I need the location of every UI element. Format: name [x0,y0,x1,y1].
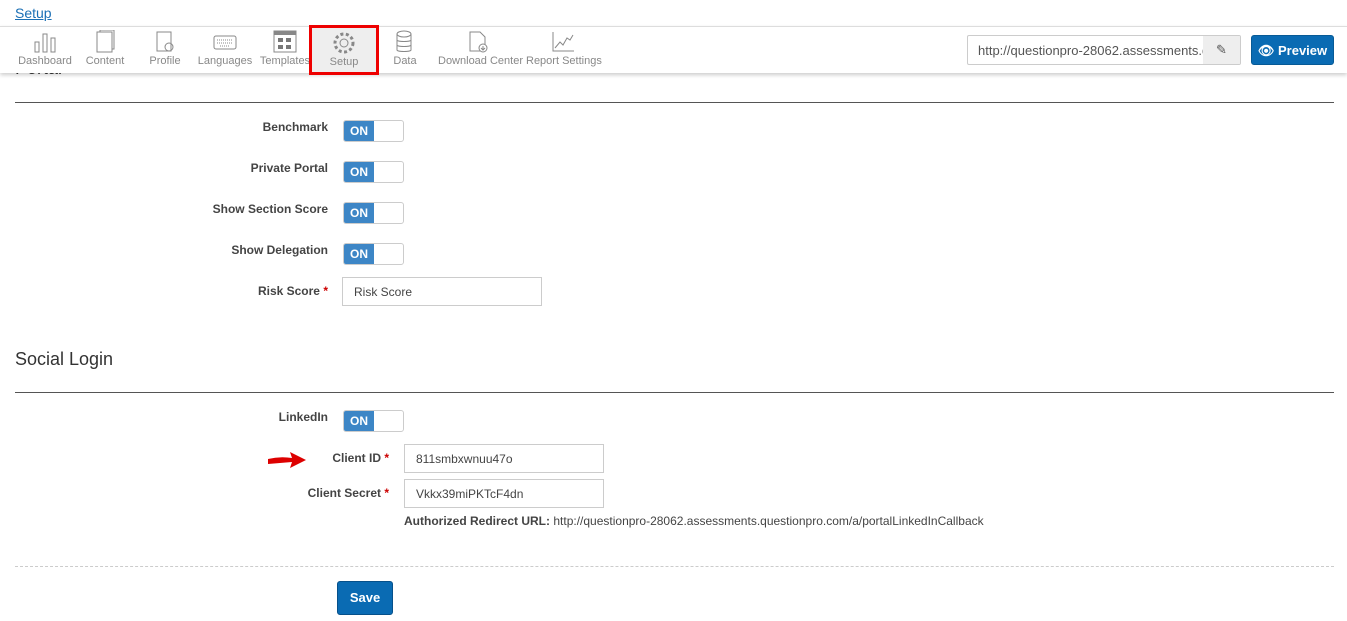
social-login-heading: Social Login [15,349,114,369]
toggle-state: ON [344,203,374,223]
preview-button[interactable]: 👁 Preview [1251,35,1334,65]
risk-score-input[interactable]: Risk Score [342,277,542,306]
toggle-state: ON [344,244,374,264]
label: Templates [259,55,311,67]
benchmark-toggle[interactable]: ON [343,120,404,142]
toolbar-setup[interactable]: Setup [309,25,379,75]
profile-icon [156,31,174,52]
label-text: Client ID [332,451,381,465]
redirect-url: Authorized Redirect URL: http://question… [404,514,984,528]
toolbar-templates[interactable]: Templates [259,27,311,73]
label: Languages [197,55,253,67]
client-secret-label: Client Secret * [250,486,389,500]
keyboard-icon [213,35,237,50]
show-section-score-label: Show Section Score [212,202,328,216]
benchmark-label: Benchmark [262,120,328,134]
risk-score-label: Risk Score * [100,284,328,298]
label: Dashboard [18,55,72,67]
show-section-score-toggle[interactable]: ON [343,202,404,224]
toggle-state: ON [344,162,374,182]
toggle-state: ON [344,411,374,431]
show-delegation-label: Show Delegation [231,243,328,257]
toolbar-data[interactable]: Data [385,27,425,73]
breadcrumb-setup[interactable]: Setup [15,5,52,21]
divider [15,392,1334,393]
label: Profile [149,55,181,67]
line-chart-icon [552,32,574,52]
dashed-divider [15,566,1334,567]
linkedin-toggle[interactable]: ON [343,410,404,432]
toolbar-profile[interactable]: Profile [140,27,190,73]
label: Content [85,55,125,67]
templates-icon [273,30,297,53]
label-text: Risk Score [257,284,320,298]
bar-chart-icon [34,33,56,53]
client-id-input[interactable]: 811smbxwnuu47o [404,444,604,473]
label: Report Settings [526,55,602,67]
required-mark: * [323,284,328,298]
preview-label: Preview [1277,43,1328,58]
label-text: Client Secret [307,486,381,500]
toolbar: Dashboard Content Profile Languages Temp… [0,25,1347,75]
save-button[interactable]: Save [337,581,393,615]
toolbar-dashboard[interactable]: Dashboard [15,27,75,73]
redirect-label: Authorized Redirect URL: [404,514,551,528]
private-portal-label: Private Portal [250,161,328,175]
linkedin-label: LinkedIn [278,410,328,424]
gear-icon [333,32,355,54]
private-portal-toggle[interactable]: ON [343,161,404,183]
client-id-label: Client ID * [250,451,389,465]
client-secret-input[interactable]: Vkkx39miPKTcF4dn [404,479,604,508]
toolbar-download-center[interactable]: Download Center [438,27,523,73]
download-file-icon [469,31,488,53]
pencil-icon[interactable]: ✎ [1203,36,1240,64]
toolbar-report-settings[interactable]: Report Settings [526,27,602,73]
eye-icon: 👁 [1257,43,1275,58]
required-mark: * [384,451,389,465]
toolbar-content[interactable]: Content [78,27,132,73]
toolbar-languages[interactable]: Languages [197,27,253,73]
pages-icon [96,30,115,53]
label: Setup [329,56,359,68]
divider [15,102,1334,103]
database-icon [396,30,412,52]
label: Download Center [438,55,523,67]
required-mark: * [384,486,389,500]
toggle-state: ON [344,121,374,141]
redirect-url-value: http://questionpro-28062.assessments.que… [553,514,984,528]
portal-url-field[interactable]: http://questionpro-28062.assessments.que… [967,35,1241,65]
url-text: http://questionpro-28062.assessments.que… [978,43,1204,58]
label: Data [393,55,417,67]
show-delegation-toggle[interactable]: ON [343,243,404,265]
